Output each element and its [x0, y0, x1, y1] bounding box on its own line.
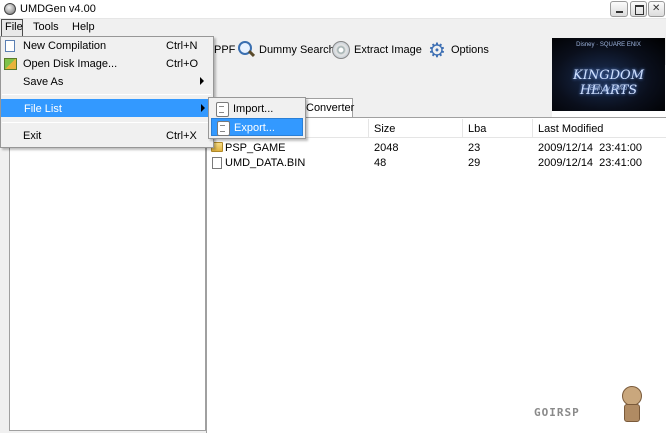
- menu-item-label: New Compilation: [23, 40, 107, 52]
- column-separator[interactable]: [462, 119, 463, 137]
- menu-separator: [2, 94, 211, 95]
- menu-tools[interactable]: Tools: [30, 19, 62, 36]
- game-banner: Disney · SQUARE ENIX KINGDOM HEARTS Birt…: [552, 38, 665, 111]
- column-separator[interactable]: [368, 119, 369, 137]
- menu-item-label: Save As: [23, 76, 64, 88]
- row-name: PSP_GAME: [225, 142, 286, 154]
- menu-item-label: Open Disk Image...: [23, 58, 118, 70]
- dummy-search-button[interactable]: Dummy Search: [236, 39, 335, 61]
- table-row[interactable]: PSP_GAME 2048 23 2009/12/14 23:41:00: [207, 140, 666, 155]
- submenu-item-label: Export...: [234, 122, 275, 134]
- options-label: Options: [451, 44, 489, 56]
- menu-separator: [2, 122, 211, 123]
- sackboy-figure-icon: [616, 386, 644, 426]
- options-button[interactable]: Options: [428, 38, 489, 63]
- menu-item-shortcut: Ctrl+X: [166, 130, 197, 142]
- title-bar: [0, 0, 666, 19]
- row-modified: 2009/12/14 23:41:00: [538, 157, 642, 169]
- banner-subtitle: Birth by Sleep: [589, 86, 628, 92]
- column-size[interactable]: Size: [374, 123, 395, 135]
- close-button[interactable]: [648, 1, 665, 17]
- minimize-button[interactable]: [610, 1, 628, 17]
- menu-item-save-as[interactable]: Save As: [1, 73, 212, 91]
- gear-icon: [428, 38, 448, 63]
- submenu-arrow-icon: [201, 104, 205, 112]
- submenu-item-label: Import...: [233, 103, 274, 115]
- watermark: GOIRSP: [534, 386, 662, 430]
- menu-help[interactable]: Help: [69, 19, 98, 36]
- menu-item-shortcut: Ctrl+O: [166, 58, 199, 70]
- column-lba[interactable]: Lba: [468, 123, 486, 135]
- row-lba: 29: [468, 157, 481, 169]
- tab-converter[interactable]: Converter: [301, 98, 354, 117]
- row-size: 2048: [374, 142, 399, 154]
- search-icon: [236, 40, 256, 60]
- table-row[interactable]: UMD_DATA.BIN 48 29 2009/12/14 23:41:00: [207, 155, 666, 170]
- file-icon: [212, 157, 222, 169]
- menu-item-open-disk-image[interactable]: Open Disk Image... Ctrl+O: [1, 55, 212, 73]
- column-last-modified[interactable]: Last Modified: [538, 123, 603, 135]
- menu-item-shortcut: Ctrl+N: [166, 40, 198, 52]
- row-modified: 2009/12/14 23:41:00: [538, 142, 642, 154]
- row-lba: 23: [468, 142, 481, 154]
- extract-image-label: Extract Image: [354, 44, 422, 56]
- menu-file[interactable]: File: [1, 19, 23, 37]
- submenu-item-import[interactable]: Import...: [211, 100, 303, 118]
- menu-item-label: Exit: [23, 130, 42, 142]
- dummy-search-label: Dummy Search: [259, 44, 335, 56]
- ppf-label: PPF: [214, 44, 236, 56]
- disc-icon: [331, 40, 351, 60]
- banner-publisher: Disney · SQUARE ENIX: [576, 42, 641, 48]
- menu-item-exit[interactable]: Exit Ctrl+X: [1, 127, 212, 145]
- watermark-text: GOIRSP: [534, 406, 580, 419]
- app-icon: [4, 3, 16, 15]
- ppf-button[interactable]: PPF: [214, 39, 235, 61]
- extract-image-button[interactable]: Extract Image: [331, 39, 422, 61]
- row-size: 48: [374, 157, 387, 169]
- submenu-arrow-icon: [200, 77, 204, 85]
- menu-item-file-list[interactable]: File List: [1, 99, 212, 117]
- column-separator[interactable]: [532, 119, 533, 137]
- row-name: UMD_DATA.BIN: [225, 157, 306, 169]
- menu-bar: [0, 19, 666, 37]
- menu-item-label: File List: [24, 103, 62, 115]
- document-icon: [217, 121, 230, 136]
- maximize-button[interactable]: [630, 1, 647, 17]
- submenu-item-export[interactable]: Export...: [211, 118, 303, 136]
- document-icon: [216, 102, 229, 117]
- menu-item-new-compilation[interactable]: New Compilation Ctrl+N: [1, 37, 212, 55]
- banner-logo: KINGDOM HEARTS: [573, 68, 644, 98]
- window-title: UMDGen v4.00: [20, 3, 96, 15]
